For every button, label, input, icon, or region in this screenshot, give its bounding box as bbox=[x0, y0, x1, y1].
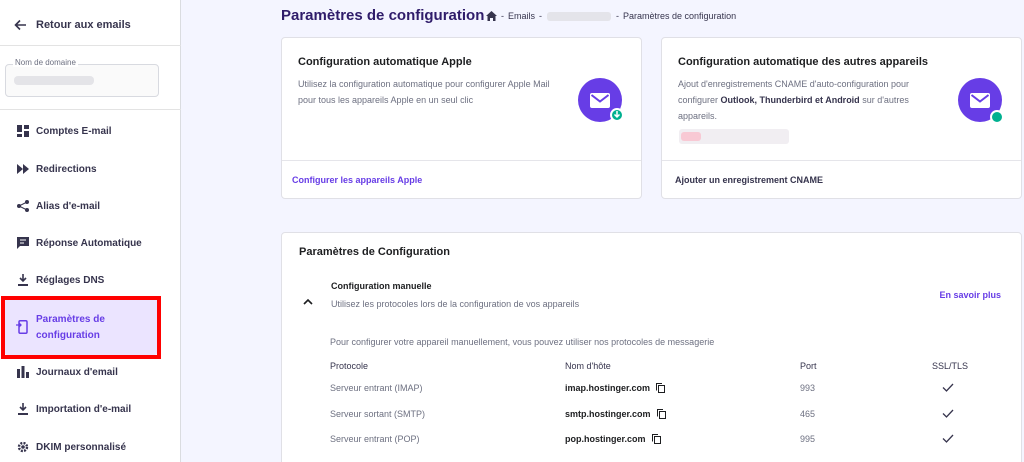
breadcrumb: - Emails - - Paramètres de configuration bbox=[486, 11, 736, 21]
divider bbox=[0, 109, 181, 110]
page-title: Paramètres de configuration bbox=[281, 7, 485, 24]
card-description: Ajout d'enregistrements CNAME d'auto-con… bbox=[678, 79, 910, 121]
device-config-icon bbox=[16, 320, 28, 339]
sidebar-item-journaux[interactable]: Journaux d'email bbox=[0, 365, 181, 379]
sidebar-item-label: Journaux d'email bbox=[36, 366, 118, 378]
card-title: Configuration automatique des autres app… bbox=[678, 56, 928, 68]
apple-autoconfig-card: Configuration automatique Apple Utilisez… bbox=[281, 37, 642, 199]
dashboard-icon bbox=[16, 124, 30, 138]
card-description: Utilisez la configuration automatique po… bbox=[298, 79, 550, 105]
copy-icon[interactable] bbox=[651, 434, 661, 444]
status-dot-icon bbox=[990, 110, 1004, 124]
check-icon bbox=[942, 383, 954, 394]
learn-more-link[interactable]: En savoir plus bbox=[939, 290, 1001, 300]
check-icon bbox=[942, 409, 954, 420]
table-row: Serveur entrant (IMAP) imap.hostinger.co… bbox=[282, 383, 1023, 409]
sidebar-item-label: Redirections bbox=[36, 163, 97, 175]
bar-chart-icon bbox=[16, 365, 30, 379]
card-title: Configuration automatique Apple bbox=[298, 56, 472, 68]
share-icon bbox=[16, 199, 30, 213]
download-icon bbox=[16, 273, 30, 287]
table-row: Serveur entrant (POP) pop.hostinger.com … bbox=[282, 434, 1023, 460]
domain-value-redacted bbox=[14, 76, 94, 85]
breadcrumb-current: Paramètres de configuration bbox=[623, 11, 737, 21]
sidebar-item-label: Comptes E-mail bbox=[36, 125, 112, 137]
protocol-cell: Serveur entrant (IMAP) bbox=[330, 383, 423, 393]
card-footer: Ajouter un enregistrement CNAME bbox=[662, 160, 1021, 198]
sidebar: Retour aux emails Nom de domaine Comptes… bbox=[0, 0, 181, 462]
sidebar-item-alias[interactable]: Alias d'e-mail bbox=[0, 199, 181, 213]
copy-icon[interactable] bbox=[656, 409, 666, 419]
host-cell: imap.hostinger.com bbox=[565, 383, 666, 393]
col-header-protocol: Protocole bbox=[330, 361, 369, 371]
back-to-emails-link[interactable]: Retour aux emails bbox=[14, 16, 131, 34]
sidebar-item-label: Paramètres de configuration bbox=[36, 314, 105, 341]
sidebar-item-label: DKIM personnalisé bbox=[36, 441, 127, 453]
back-label: Retour aux emails bbox=[36, 19, 131, 31]
panel-title: Paramètres de Configuration bbox=[299, 246, 450, 258]
sidebar-item-label: Réponse Automatique bbox=[36, 237, 142, 249]
protocol-cell: Serveur sortant (SMTP) bbox=[330, 409, 426, 419]
port-cell: 465 bbox=[800, 409, 816, 419]
other-devices-card: Configuration automatique des autres app… bbox=[661, 37, 1022, 199]
card-footer: Configurer les appareils Apple bbox=[282, 160, 641, 198]
breadcrumb-emails[interactable]: Emails bbox=[508, 11, 535, 21]
sidebar-item-reglages-dns[interactable]: Réglages DNS bbox=[0, 273, 181, 287]
sidebar-item-importation[interactable]: Importation d'e-mail bbox=[0, 402, 181, 416]
protocol-cell: Serveur entrant (POP) bbox=[330, 434, 420, 444]
sidebar-item-reponse-automatique[interactable]: Réponse Automatique bbox=[0, 236, 181, 250]
configuration-panel: Paramètres de Configuration Configuratio… bbox=[281, 232, 1022, 462]
manual-config-intro: Pour configurer votre appareil manuellem… bbox=[330, 337, 715, 347]
fast-forward-icon bbox=[16, 162, 30, 176]
check-icon bbox=[942, 434, 954, 445]
home-icon[interactable] bbox=[486, 11, 497, 21]
chat-icon bbox=[16, 236, 30, 250]
add-cname-link[interactable]: Ajouter un enregistrement CNAME bbox=[675, 175, 823, 185]
divider bbox=[0, 45, 181, 46]
port-cell: 993 bbox=[800, 383, 816, 393]
sidebar-item-label: Alias d'e-mail bbox=[36, 200, 101, 212]
arrow-left-icon bbox=[14, 19, 26, 31]
import-icon bbox=[16, 402, 30, 416]
manual-config-title[interactable]: Configuration manuelle bbox=[331, 281, 432, 291]
breadcrumb-domain-redacted[interactable] bbox=[547, 11, 612, 21]
download-icon bbox=[610, 108, 624, 122]
sidebar-item-dkim[interactable]: DKIM personnalisé bbox=[0, 440, 181, 454]
copy-icon[interactable] bbox=[656, 383, 666, 393]
configure-apple-link[interactable]: Configurer les appareils Apple bbox=[292, 175, 422, 185]
host-cell: smtp.hostinger.com bbox=[565, 409, 666, 419]
sidebar-item-comptes-email[interactable]: Comptes E-mail bbox=[0, 124, 181, 138]
table-row: Serveur sortant (SMTP) smtp.hostinger.co… bbox=[282, 409, 1023, 435]
gear-icon bbox=[16, 440, 30, 454]
cname-value-redacted bbox=[679, 129, 789, 144]
manual-config-subtitle: Utilisez les protocoles lors de la confi… bbox=[331, 299, 580, 309]
col-header-host: Nom d'hôte bbox=[565, 361, 611, 371]
sidebar-item-redirections[interactable]: Redirections bbox=[0, 162, 181, 176]
sidebar-item-label: Réglages DNS bbox=[36, 274, 105, 286]
sidebar-item-label: Importation d'e-mail bbox=[36, 403, 132, 415]
port-cell: 995 bbox=[800, 434, 816, 444]
domain-select[interactable]: Nom de domaine bbox=[5, 58, 159, 97]
chevron-up-icon[interactable] bbox=[303, 292, 313, 310]
domain-label: Nom de domaine bbox=[13, 58, 78, 67]
host-cell: pop.hostinger.com bbox=[565, 434, 661, 444]
col-header-ssl: SSL/TLS bbox=[932, 361, 969, 371]
col-header-port: Port bbox=[800, 361, 817, 371]
